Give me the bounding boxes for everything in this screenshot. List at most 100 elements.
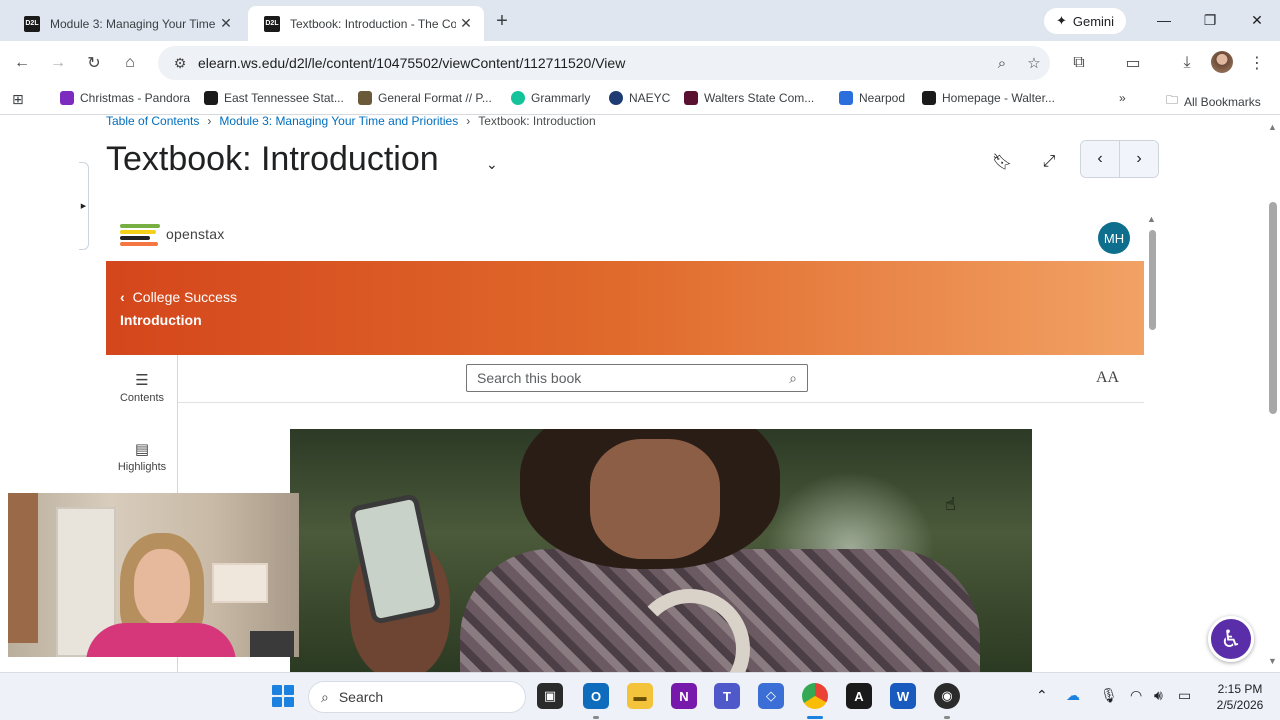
bookmark-label: East Tennessee Stat... <box>224 91 344 105</box>
address-bar[interactable]: ⚙ elearn.ws.edu/d2l/le/content/10475502/… <box>158 46 1050 80</box>
bookmarks-bar: ⊞ Christmas - Pandora East Tennessee Sta… <box>0 85 1280 115</box>
site-settings-icon[interactable]: ⚙ <box>164 55 196 72</box>
fullscreen-icon[interactable]: ⤢ <box>1037 150 1061 174</box>
home-icon[interactable]: ⌂ <box>116 49 144 77</box>
chapter-title: Introduction <box>120 312 202 328</box>
volume-icon[interactable]: 🔊︎ <box>1154 687 1163 704</box>
hand-cursor-icon: ☝︎ <box>945 494 956 514</box>
breadcrumb-link[interactable]: Module 3: Managing Your Time and Priorit… <box>219 116 458 128</box>
user-avatar[interactable]: MH <box>1098 222 1130 254</box>
scroll-thumb[interactable] <box>1269 202 1277 414</box>
bookmark-nearpod[interactable]: Nearpod <box>839 91 905 105</box>
windows-start-icon[interactable] <box>272 685 294 707</box>
copilot-icon[interactable]: ◇ <box>758 683 784 709</box>
close-tab-icon[interactable]: ✕ <box>216 14 236 34</box>
more-menu-icon[interactable]: ⋮ <box>1246 52 1268 74</box>
chevron-down-icon[interactable]: ⌄ <box>486 156 498 173</box>
search-icon[interactable]: ⌕ <box>789 370 797 387</box>
highlights-button[interactable]: ▤ Highlights <box>106 440 178 473</box>
book-title-link[interactable]: ‹ College Success <box>120 289 237 305</box>
d2l-favicon-icon: D2L <box>264 15 280 32</box>
profile-avatar[interactable] <box>1211 51 1233 73</box>
scroll-up-icon[interactable]: ▲ <box>1268 122 1277 132</box>
close-tab-icon[interactable]: ✕ <box>456 14 476 34</box>
system-clock[interactable]: 2:15 PM 2/5/2026 <box>1208 681 1272 713</box>
file-explorer-icon[interactable]: ▬ <box>627 683 653 709</box>
text-size-icon[interactable]: AA <box>1096 369 1119 387</box>
clock-date: 2/5/2026 <box>1216 698 1264 712</box>
taskbar-search[interactable]: ⌕ Search <box>308 681 526 713</box>
apps-grid-icon[interactable]: ⊞ <box>12 91 24 108</box>
scroll-thumb[interactable] <box>1149 230 1156 330</box>
bookmark-label: NAEYC <box>629 91 671 105</box>
more-bookmarks-chevron-icon[interactable]: » <box>1119 91 1126 105</box>
tab-module-3[interactable]: D2L Module 3: Managing Your Time ✕ <box>8 6 244 41</box>
wifi-icon[interactable]: ◠ <box>1130 687 1142 704</box>
teams-icon[interactable]: T <box>714 683 740 709</box>
etsu-icon <box>204 91 218 105</box>
restore-window-button[interactable]: ❐ <box>1187 0 1233 40</box>
page-scrollbar[interactable]: ▲ ▼ <box>1266 116 1280 672</box>
gemini-button[interactable]: ✦ Gemini <box>1044 8 1126 34</box>
download-icon[interactable]: ⤓ <box>1176 52 1198 74</box>
word-icon[interactable]: W <box>890 683 916 709</box>
battery-icon[interactable]: ▭ <box>1178 687 1191 704</box>
scroll-up-icon[interactable]: ▲ <box>1147 214 1156 224</box>
topic-pager: ‹ › <box>1080 140 1159 178</box>
previous-topic-button[interactable]: ‹ <box>1081 141 1119 177</box>
tab-textbook-introduction[interactable]: D2L Textbook: Introduction - The Co ✕ <box>248 6 484 41</box>
bookmark-homepage-walters[interactable]: Homepage - Walter... <box>922 91 1055 105</box>
bookmark-label: Nearpod <box>859 91 906 105</box>
acrobat-icon[interactable]: A <box>846 683 872 709</box>
bookmark-grammarly[interactable]: Grammarly <box>511 91 590 105</box>
back-arrow-icon[interactable]: ← <box>8 49 36 77</box>
reload-icon[interactable]: ↻ <box>80 49 108 77</box>
bookmark-label: Homepage - Walter... <box>942 91 1055 105</box>
d2l-favicon-icon: D2L <box>24 15 40 32</box>
folder-icon: 🗀 <box>1166 93 1179 107</box>
frame-scrollbar[interactable]: ▲ <box>1146 212 1160 672</box>
search-placeholder: Search this book <box>477 370 582 386</box>
minimize-window-button[interactable]: — <box>1141 0 1187 40</box>
next-topic-button[interactable]: › <box>1119 141 1158 177</box>
bookmark-east-tennessee[interactable]: East Tennessee Stat... <box>204 91 344 105</box>
contents-button[interactable]: ☰ Contents <box>106 371 178 404</box>
all-bookmarks-folder[interactable]: 🗀 All Bookmarks <box>1166 91 1261 112</box>
forward-arrow-icon[interactable]: → <box>44 49 72 77</box>
cast-icon[interactable]: ▭ <box>1122 52 1144 74</box>
microphone-icon[interactable]: 🎙︎ <box>1100 687 1118 704</box>
bookmark-walters-state[interactable]: Walters State Com... <box>684 91 814 105</box>
extensions-icon[interactable]: ⧉ <box>1068 52 1090 74</box>
onenote-icon[interactable]: N <box>671 683 697 709</box>
onedrive-icon[interactable]: ☁ <box>1066 687 1080 704</box>
outlook-icon[interactable]: O <box>583 683 609 709</box>
openstax-brand[interactable]: openstax <box>166 226 224 242</box>
chrome-icon[interactable] <box>802 683 828 709</box>
show-hidden-icons-chevron-icon[interactable]: ⌃ <box>1036 687 1048 704</box>
bookmark-label: General Format // P... <box>378 91 492 105</box>
bookmark-naeyc[interactable]: NAEYC <box>609 91 670 105</box>
search-book-input[interactable]: Search this book ⌕ <box>466 364 808 392</box>
zoom-icon[interactable]: ⌕ <box>986 55 1018 72</box>
accessibility-icon[interactable]: ♿︎ <box>1208 616 1254 662</box>
bookmark-christmas-pandora[interactable]: Christmas - Pandora <box>60 91 190 105</box>
gemini-sparkle-icon: ✦ <box>1055 13 1067 28</box>
url-text[interactable]: elearn.ws.edu/d2l/le/content/10475502/vi… <box>196 55 986 71</box>
close-window-button[interactable]: ✕ <box>1234 0 1280 40</box>
new-tab-button[interactable]: + <box>490 9 514 33</box>
task-view-icon[interactable]: ▣ <box>537 683 563 709</box>
openstax-logo-icon[interactable] <box>120 224 160 250</box>
obs-icon[interactable]: ◉ <box>934 683 960 709</box>
tab-title: Module 3: Managing Your Time <box>50 16 216 31</box>
breadcrumb-link[interactable]: Table of Contents <box>106 116 199 128</box>
nearpod-icon <box>839 91 853 105</box>
bookmark-star-icon[interactable]: ☆ <box>1018 54 1050 72</box>
bookmark-general-format[interactable]: General Format // P... <box>358 91 492 105</box>
bookmark-label: Grammarly <box>531 91 591 105</box>
gemini-label: Gemini <box>1072 13 1115 29</box>
toc-panel-toggle[interactable]: ▶ <box>79 162 89 250</box>
scroll-down-icon[interactable]: ▼ <box>1268 656 1277 666</box>
bookmark-label: Christmas - Pandora <box>80 91 191 105</box>
bookmark-icon[interactable]: 🔖︎ <box>990 150 1014 174</box>
openstax-toolbar: Search this book ⌕ AA <box>178 355 1144 403</box>
